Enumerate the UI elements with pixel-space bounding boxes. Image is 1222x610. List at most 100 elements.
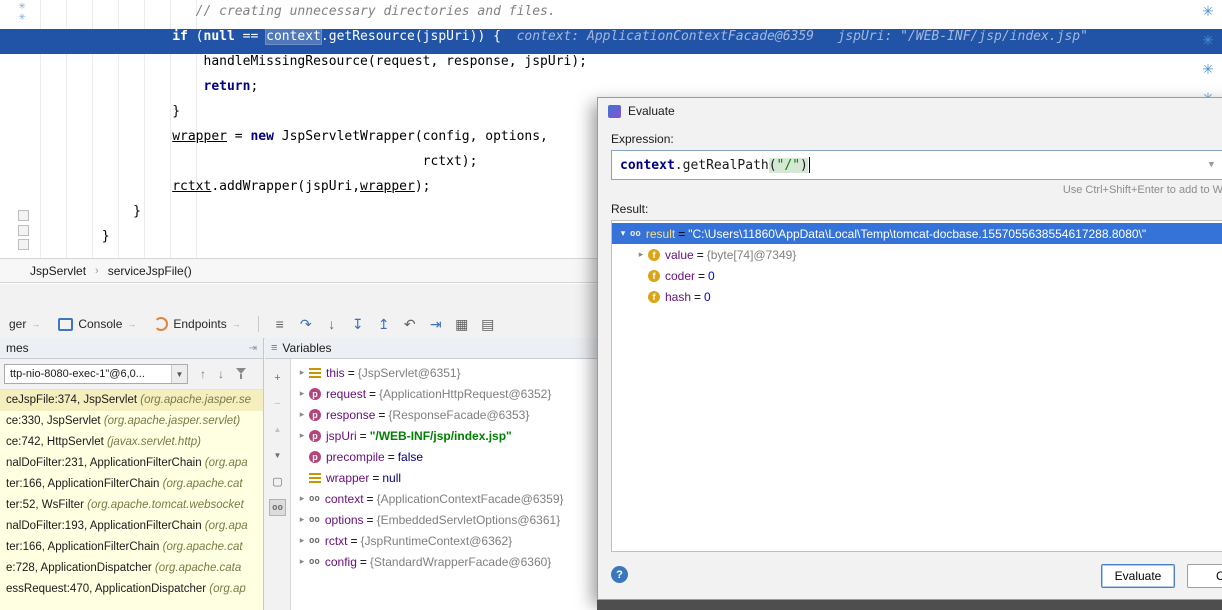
evaluate-button[interactable]: Evaluate xyxy=(1101,564,1175,588)
expression-input[interactable]: context.getRealPath("/") ▼ xyxy=(611,150,1222,180)
spring-gear-icon[interactable]: ✳ xyxy=(1200,32,1216,48)
move-down-icon[interactable]: ▼ xyxy=(269,447,286,464)
result-child-row[interactable]: fhash=0 xyxy=(612,286,1222,307)
close-button[interactable]: Clo xyxy=(1187,564,1222,588)
expander-icon[interactable]: ▸ xyxy=(295,388,309,399)
previous-frame-icon[interactable]: ↑ xyxy=(200,367,206,381)
force-step-into-icon[interactable]: ↧ xyxy=(345,310,371,338)
stack-frame[interactable] xyxy=(0,600,263,610)
variables-header-label: Variables xyxy=(282,341,331,355)
expander-icon[interactable]: ▸ xyxy=(295,367,309,378)
expander-icon[interactable]: ▸ xyxy=(634,249,648,260)
tab-debugger[interactable]: ger → xyxy=(0,310,49,338)
variable-value: {JspRuntimeContext@6362} xyxy=(361,534,513,548)
tab-label: ger xyxy=(9,317,26,331)
breadcrumb-class[interactable]: JspServlet xyxy=(30,264,86,278)
window-edge-strip xyxy=(597,600,1222,610)
pin-icon[interactable]: ⇥ xyxy=(249,343,257,354)
remove-watch-icon[interactable]: − xyxy=(269,395,286,412)
thread-selector[interactable]: ttp-nio-8080-exec-1"@6,0... ▼ xyxy=(4,364,188,384)
code-line[interactable]: handleMissingResource(request, response,… xyxy=(0,54,1222,79)
expression-hint: Use Ctrl+Shift+Enter to add to W xyxy=(611,184,1222,196)
stack-frame[interactable]: ce:330, JspServlet (org.apache.jasper.se… xyxy=(0,411,263,432)
stack-frame[interactable]: nalDoFilter:193, ApplicationFilterChain … xyxy=(0,516,263,537)
frame-location: ter:52, WsFilter xyxy=(6,499,87,511)
spring-gear-icon[interactable]: ✳ xyxy=(1200,3,1216,19)
stack-frame[interactable]: ter:166, ApplicationFilterChain (org.apa… xyxy=(0,474,263,495)
frame-location: ter:166, ApplicationFilterChain xyxy=(6,478,163,490)
settings-menu-icon[interactable]: ≡ xyxy=(267,310,293,338)
tab-endpoints[interactable]: Endpoints → xyxy=(145,310,249,338)
result-row[interactable]: ▾ooresult="C:\Users\11860\AppData\Local\… xyxy=(612,223,1222,244)
expression-history-chevron-icon[interactable]: ▼ xyxy=(1209,160,1214,170)
variable-row[interactable]: ▸pjspUri="/WEB-INF/jsp/index.jsp" xyxy=(291,425,597,446)
variable-row[interactable]: ▸oocontext={ApplicationContextFacade@635… xyxy=(291,488,597,509)
variable-row[interactable]: ▸oooptions={EmbeddedServletOptions@6361} xyxy=(291,509,597,530)
frame-location: nalDoFilter:193, ApplicationFilterChain xyxy=(6,520,205,532)
expander-icon[interactable]: ▸ xyxy=(295,493,309,504)
frame-location: ceJspFile:374, JspServlet xyxy=(6,394,140,406)
stack-frame[interactable]: essRequest:470, ApplicationDispatcher (o… xyxy=(0,579,263,600)
variable-row[interactable]: ▸oorctxt={JspRuntimeContext@6362} xyxy=(291,530,597,551)
variable-row[interactable]: ▸this={JspServlet@6351} xyxy=(291,362,597,383)
stack-frame[interactable]: nalDoFilter:231, ApplicationFilterChain … xyxy=(0,453,263,474)
next-frame-icon[interactable]: ↓ xyxy=(218,367,224,381)
layout-settings-icon[interactable]: ▤ xyxy=(475,310,501,338)
variable-value: false xyxy=(398,450,423,464)
step-over-icon[interactable]: ↷ xyxy=(293,310,319,338)
evaluate-watch-icon[interactable]: oo xyxy=(269,499,286,516)
expander-icon[interactable]: ▾ xyxy=(616,228,630,239)
result-child-row[interactable]: ▸fvalue={byte[74]@7349} xyxy=(612,244,1222,265)
parameter-icon: p xyxy=(309,409,321,421)
frame-package: (org.apache.tomcat.websocket xyxy=(87,499,244,511)
expander-icon[interactable]: ▸ xyxy=(295,535,309,546)
equals-sign: = xyxy=(694,290,701,304)
drop-frame-icon[interactable]: ↶ xyxy=(397,310,423,338)
evaluate-dialog-icon xyxy=(608,105,621,118)
variable-row[interactable]: ▸ooconfig={StandardWrapperFacade@6360} xyxy=(291,551,597,572)
execution-line[interactable]: if (null == context.getResource(jspUri))… xyxy=(0,29,1222,54)
fold-marker-icon[interactable] xyxy=(18,225,29,236)
stack-frame[interactable]: ceJspFile:374, JspServlet (org.apache.ja… xyxy=(0,390,263,411)
step-into-icon[interactable]: ↓ xyxy=(319,310,345,338)
breadcrumb-method[interactable]: serviceJspFile() xyxy=(108,264,192,278)
expander-icon[interactable]: ▸ xyxy=(295,409,309,420)
variable-row[interactable]: wrapper=null xyxy=(291,467,597,488)
step-out-icon[interactable]: ↥ xyxy=(371,310,397,338)
expander-icon[interactable]: ▸ xyxy=(295,430,309,441)
help-button[interactable]: ? xyxy=(611,566,628,583)
expander-icon[interactable]: ▸ xyxy=(295,556,309,567)
variable-row[interactable]: ▸presponse={ResponseFacade@6353} xyxy=(291,404,597,425)
glasses-icon: oo xyxy=(309,494,320,504)
menu-icon[interactable]: ≡ xyxy=(271,342,277,354)
variable-row[interactable]: pprecompile=false xyxy=(291,446,597,467)
stack-frame[interactable]: ter:166, ApplicationFilterChain (org.apa… xyxy=(0,537,263,558)
variable-value: "/WEB-INF/jsp/index.jsp" xyxy=(370,429,512,443)
filter-frames-icon[interactable] xyxy=(236,368,248,380)
stack-frame[interactable]: ce:742, HttpServlet (javax.servlet.http) xyxy=(0,432,263,453)
spring-gear-icon[interactable]: ✳ xyxy=(1200,61,1216,77)
duplicate-icon[interactable]: ▢ xyxy=(269,473,286,490)
stack-frame[interactable]: e:728, ApplicationDispatcher (org.apache… xyxy=(0,558,263,579)
variable-name: config xyxy=(325,555,357,569)
variables-header: ≡ Variables xyxy=(265,338,597,359)
frame-location: essRequest:470, ApplicationDispatcher xyxy=(6,583,209,595)
result-child-row[interactable]: fcoder=0 xyxy=(612,265,1222,286)
fold-marker-icon[interactable] xyxy=(18,239,29,250)
run-to-cursor-icon[interactable]: ⇥ xyxy=(423,310,449,338)
variable-row[interactable]: ▸prequest={ApplicationHttpRequest@6352} xyxy=(291,383,597,404)
expander-icon[interactable]: ▸ xyxy=(295,514,309,525)
jump-to-tab-icon: → xyxy=(232,319,241,329)
code-token: = xyxy=(227,129,250,144)
breadcrumb-separator-icon: › xyxy=(95,265,99,277)
view-as-table-icon[interactable]: ▦ xyxy=(449,310,475,338)
gutter-gear-icon[interactable]: ✳ xyxy=(16,1,28,12)
stack-frame[interactable]: ter:52, WsFilter (org.apache.tomcat.webs… xyxy=(0,495,263,516)
evaluate-dialog-titlebar[interactable]: Evaluate xyxy=(598,98,1222,124)
fold-marker-icon[interactable] xyxy=(18,210,29,221)
add-watch-icon[interactable]: + xyxy=(269,369,286,386)
tab-console[interactable]: Console → xyxy=(49,310,145,338)
move-up-icon[interactable]: ▲ xyxy=(269,421,286,438)
gutter-gear-icon[interactable]: ✳ xyxy=(16,12,28,23)
code-line[interactable]: // creating unnecessary directories and … xyxy=(0,4,1222,29)
